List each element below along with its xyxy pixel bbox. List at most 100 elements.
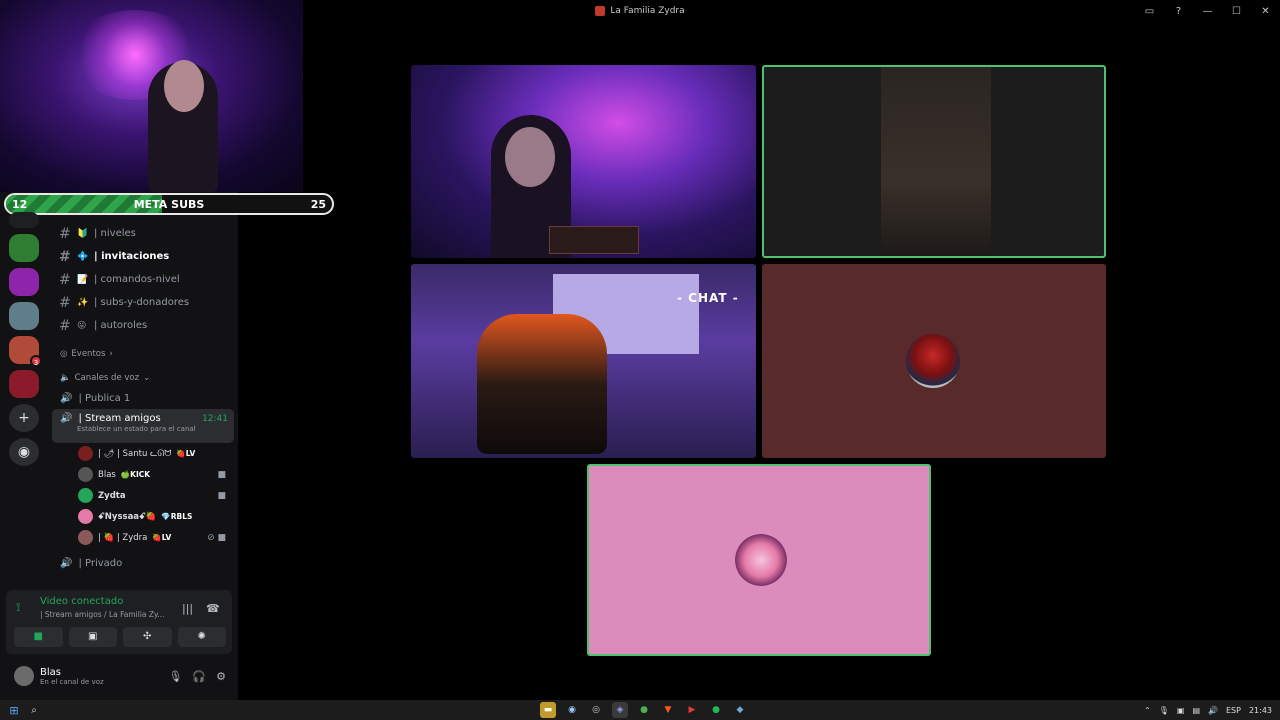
voice-channel-timer: 12:41 <box>202 413 228 424</box>
video-tile-stream[interactable]: - CHAT - <box>411 264 756 458</box>
video-tile-zydra[interactable] <box>411 65 756 258</box>
voice-channel-label: | Stream amigos <box>78 413 161 424</box>
voice-user-name: | 🍓 | Zydra <box>98 532 148 543</box>
voice-user[interactable]: ꗃNyssaaꗃ🍓 💎RBLS <box>52 506 234 527</box>
network-icon[interactable]: ▤ <box>1192 706 1200 715</box>
steam-icon[interactable]: ◉ <box>564 702 580 718</box>
disconnect-icon[interactable]: ☎ <box>206 602 220 615</box>
channel-item[interactable]: # 📝 | comandos-nivel <box>52 268 234 291</box>
app-icon[interactable]: ◆ <box>732 702 748 718</box>
voice-user[interactable]: | 🍓 | Zydra 🍓LV ⊘ ■ <box>52 527 234 548</box>
channel-item[interactable]: # 🔰 | niveles <box>52 222 234 245</box>
channel-item[interactable]: # 😜 | autoroles <box>52 314 234 337</box>
user-info[interactable]: Blas En el canal de voz <box>40 667 104 686</box>
voice-user-name: Blas <box>98 469 116 480</box>
chevron-right-icon: › <box>109 349 113 359</box>
events-link[interactable]: ◎ Eventos › <box>52 345 234 363</box>
video-tile-blas[interactable] <box>762 65 1106 258</box>
channel-label: | niveles <box>94 228 136 239</box>
voice-user[interactable]: Blas 🍏KICK ■ <box>52 464 234 485</box>
camera-feed <box>881 67 991 256</box>
windows-start-icon[interactable]: ⊞ <box>4 704 24 717</box>
chrome-icon[interactable]: ● <box>636 702 652 718</box>
media-player-icon[interactable]: ▶ <box>684 702 700 718</box>
server-item-familia-zydra[interactable]: 3 <box>9 336 42 367</box>
voice-channel-status[interactable]: Establece un estado para el canal <box>60 425 196 433</box>
stream-person-face <box>505 127 555 187</box>
voice-channel-stream-amigos[interactable]: 🔊 | Stream amigos 12:41 Establece un est… <box>52 409 234 443</box>
video-tile-santu[interactable] <box>762 264 1106 458</box>
camera-icon: ■ <box>217 490 226 501</box>
maximize-button[interactable]: ☐ <box>1222 6 1251 17</box>
chevron-down-icon: ⌄ <box>143 373 151 383</box>
add-server-icon[interactable]: + <box>9 404 39 432</box>
volume-icon[interactable]: 🔊 <box>1208 706 1218 715</box>
channel-label: | invitaciones <box>94 251 170 262</box>
minimize-button[interactable]: — <box>1193 6 1222 17</box>
avatar[interactable] <box>14 666 34 686</box>
avatar <box>78 467 93 482</box>
server-item[interactable] <box>9 212 39 228</box>
voice-status[interactable]: Video conectado <box>40 596 123 607</box>
voice-channel-publica[interactable]: 🔊 | Publica 1 <box>52 387 234 409</box>
voice-user[interactable]: Zydta ■ <box>52 485 234 506</box>
app-icon[interactable]: ◎ <box>588 702 604 718</box>
server-icon <box>595 6 606 16</box>
window-controls: ▭ ? — ☐ ✕ <box>1135 0 1280 22</box>
hash-icon: # <box>59 317 71 334</box>
clock[interactable]: 21:43 <box>1249 706 1272 715</box>
channel-item[interactable]: # ✨ | subs-y-donadores <box>52 291 234 314</box>
gear-icon[interactable]: ⚙ <box>216 670 226 683</box>
file-explorer-icon[interactable]: ▬ <box>540 702 556 718</box>
screen-share-button[interactable]: ▣ <box>68 627 117 647</box>
voice-user[interactable]: | 🌶 | Santu ᓚᘏᗢ 🍓LV <box>52 443 234 464</box>
channel-label: | autoroles <box>94 320 148 331</box>
search-icon[interactable]: ⌕ <box>24 705 44 716</box>
voice-action-buttons: ■ ▣ ✣ ✺ <box>14 627 226 647</box>
microphone-icon[interactable]: 🎙 <box>168 670 182 683</box>
avatar <box>78 488 93 503</box>
mention-badge: 3 <box>30 355 42 367</box>
server-rail: 3 + ◉ <box>6 210 42 472</box>
video-tile-nyssaa[interactable] <box>587 464 931 656</box>
user-status: En el canal de voz <box>40 677 104 686</box>
channel-label: | comandos-nivel <box>94 274 180 285</box>
voice-channel-privado[interactable]: 🔊 | Privado <box>52 552 234 574</box>
channel-emoji: 🔰 <box>77 228 89 239</box>
server-item[interactable] <box>9 370 39 398</box>
discord-icon[interactable]: ◈ <box>612 702 628 718</box>
chat-overlay-label: - CHAT - <box>677 291 739 305</box>
chevron-up-icon[interactable]: ⌃ <box>1144 706 1151 715</box>
discover-icon[interactable]: ◉ <box>9 438 39 466</box>
headphones-icon[interactable]: 🎧 <box>192 670 206 683</box>
voice-user-name: | 🌶 | Santu ᓚᘏᗢ <box>98 448 172 459</box>
channel-emoji: 💠 <box>77 251 89 262</box>
voice-user-tag: 🍏KICK <box>120 470 151 479</box>
soundboard-button[interactable]: ✺ <box>177 627 226 647</box>
events-label: Eventos <box>71 349 106 359</box>
brave-icon[interactable]: ▼ <box>660 702 676 718</box>
activities-button[interactable]: ✣ <box>123 627 172 647</box>
voice-category[interactable]: 🔈 Canales de voz ⌄ <box>52 369 234 387</box>
noise-suppression-icon[interactable]: ||| <box>182 602 193 615</box>
avatar <box>78 446 93 461</box>
server-item-kick[interactable] <box>9 234 39 262</box>
screen-capture-icon[interactable]: ▣ <box>1177 706 1185 715</box>
server-item-frog[interactable] <box>9 268 39 296</box>
avatar <box>78 530 93 545</box>
language-indicator[interactable]: ESP <box>1226 706 1241 715</box>
help-icon[interactable]: ? <box>1164 6 1193 17</box>
channel-emoji: 📝 <box>77 274 89 285</box>
close-button[interactable]: ✕ <box>1251 6 1280 17</box>
inbox-icon[interactable]: ▭ <box>1135 6 1164 17</box>
hash-icon: # <box>59 271 71 288</box>
camera-button[interactable]: ■ <box>14 627 63 647</box>
microphone-icon[interactable]: 🎙 <box>1159 706 1169 715</box>
server-item[interactable] <box>9 302 39 330</box>
voice-channel-label: | Publica 1 <box>78 392 131 404</box>
voice-channel-path[interactable]: | Stream amigos / La Familia Zy... <box>40 610 180 619</box>
channel-item-active[interactable]: # 💠 | invitaciones <box>52 245 234 268</box>
voice-channel-icon: 🔊 <box>60 392 73 404</box>
spotify-icon[interactable]: ● <box>708 702 724 718</box>
voice-connection-panel: ⟟ Video conectado | Stream amigos / La F… <box>6 590 232 654</box>
